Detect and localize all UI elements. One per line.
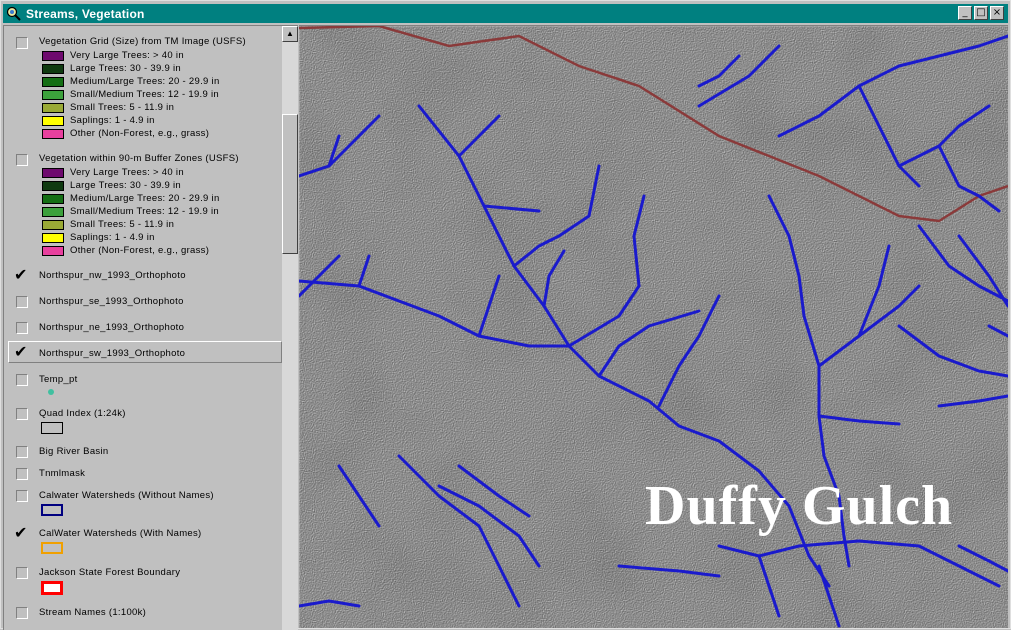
app-window: Streams, Vegetation _ □ × Vegetation Gri… (0, 0, 1011, 630)
scroll-up-arrow-icon[interactable]: ▲ (282, 26, 298, 42)
point-symbol (48, 389, 54, 395)
checkmark-icon[interactable]: ✔ (14, 525, 27, 541)
minimize-button[interactable]: _ (958, 6, 972, 20)
layer-visibility-checkbox[interactable] (16, 607, 28, 619)
layer-visibility-checkbox[interactable] (16, 408, 28, 420)
legend-label: Small Trees: 5 - 11.9 in (70, 219, 175, 230)
legend-label: Small/Medium Trees: 12 - 19.9 in (70, 206, 219, 217)
map-feature-label: Duffy Gulch (645, 475, 954, 537)
polygon-symbol (41, 422, 63, 434)
layer-label: Northspur_ne_1993_Orthophoto (39, 322, 185, 333)
legend-swatch (42, 246, 64, 256)
maximize-button[interactable]: □ (974, 6, 988, 20)
layer-label: Northspur_se_1993_Orthophoto (39, 296, 184, 307)
legend-label: Medium/Large Trees: 20 - 29.9 in (70, 76, 220, 87)
legend-label: Large Trees: 30 - 39.9 in (70, 63, 182, 74)
table-of-contents: Vegetation Grid (Size) from TM Image (US… (3, 25, 298, 630)
polygon-symbol (41, 581, 63, 595)
layer-label: Calwater Watersheds (Without Names) (39, 490, 214, 501)
legend-label: Very Large Trees: > 40 in (70, 50, 184, 61)
layer-label: Jackson State Forest Boundary (39, 567, 181, 578)
layer-visibility-checkbox[interactable] (16, 322, 28, 334)
layer-label: Northspur_nw_1993_Orthophoto (39, 270, 186, 281)
legend-swatch (42, 207, 64, 217)
layer-label: Northspur_sw_1993_Orthophoto (39, 348, 186, 359)
legend-swatch (42, 90, 64, 100)
legend-label: Very Large Trees: > 40 in (70, 167, 184, 178)
layer-label: Stream Names (1:100k) (39, 607, 147, 618)
layer-label: Vegetation within 90-m Buffer Zones (USF… (39, 153, 239, 164)
map-view[interactable]: Duffy Gulch (299, 25, 1008, 628)
legend-swatch (42, 129, 64, 139)
window-title: Streams, Vegetation (26, 6, 145, 21)
checkmark-icon[interactable]: ✔ (14, 267, 27, 283)
layer-label: Vegetation Grid (Size) from TM Image (US… (39, 36, 247, 47)
layer-visibility-checkbox[interactable] (16, 490, 28, 502)
legend-label: Saplings: 1 - 4.9 in (70, 115, 155, 126)
layer-visibility-checkbox[interactable] (16, 567, 28, 579)
magnifier-globe-icon (6, 6, 22, 22)
layer-visibility-checkbox[interactable] (16, 37, 28, 49)
layer-label: Tnmlmask (39, 468, 86, 479)
layer-visibility-checkbox[interactable] (16, 468, 28, 480)
layer-label: CalWater Watersheds (With Names) (39, 528, 202, 539)
layer-visibility-checkbox[interactable] (16, 154, 28, 166)
layer-visibility-checkbox[interactable] (16, 446, 28, 458)
layer-northspur-sw[interactable]: ✔ Northspur_sw_1993_Orthophoto (4, 339, 282, 365)
layer-visibility-checkbox[interactable] (16, 296, 28, 308)
legend-swatch (42, 77, 64, 87)
legend-label: Small/Medium Trees: 12 - 19.9 in (70, 89, 219, 100)
legend-swatch (42, 233, 64, 243)
checkmark-icon[interactable]: ✔ (14, 344, 27, 360)
polygon-symbol (41, 504, 63, 516)
legend-swatch (42, 181, 64, 191)
legend-label: Other (Non-Forest, e.g., grass) (70, 128, 210, 139)
legend-label: Large Trees: 30 - 39.9 in (70, 180, 182, 191)
legend-swatch (42, 168, 64, 178)
legend-label: Saplings: 1 - 4.9 in (70, 232, 155, 243)
close-button[interactable]: × (990, 6, 1004, 20)
legend-label: Medium/Large Trees: 20 - 29.9 in (70, 193, 220, 204)
legend-swatch (42, 103, 64, 113)
layer-label: Quad Index (1:24k) (39, 408, 126, 419)
legend-swatch (42, 51, 64, 61)
legend-swatch (42, 220, 64, 230)
scroll-thumb[interactable] (282, 114, 298, 254)
legend-swatch (42, 116, 64, 126)
layer-visibility-checkbox[interactable] (16, 374, 28, 386)
legend-swatch (42, 194, 64, 204)
layer-label: Temp_pt (39, 374, 78, 385)
legend-label: Small Trees: 5 - 11.9 in (70, 102, 175, 113)
legend-label: Other (Non-Forest, e.g., grass) (70, 245, 210, 256)
polygon-symbol (41, 542, 63, 554)
title-bar[interactable]: Streams, Vegetation _ □ × (3, 4, 1008, 23)
layer-label: Big River Basin (39, 446, 109, 457)
legend-swatch (42, 64, 64, 74)
toc-scrollbar[interactable]: ▲ (282, 26, 298, 630)
